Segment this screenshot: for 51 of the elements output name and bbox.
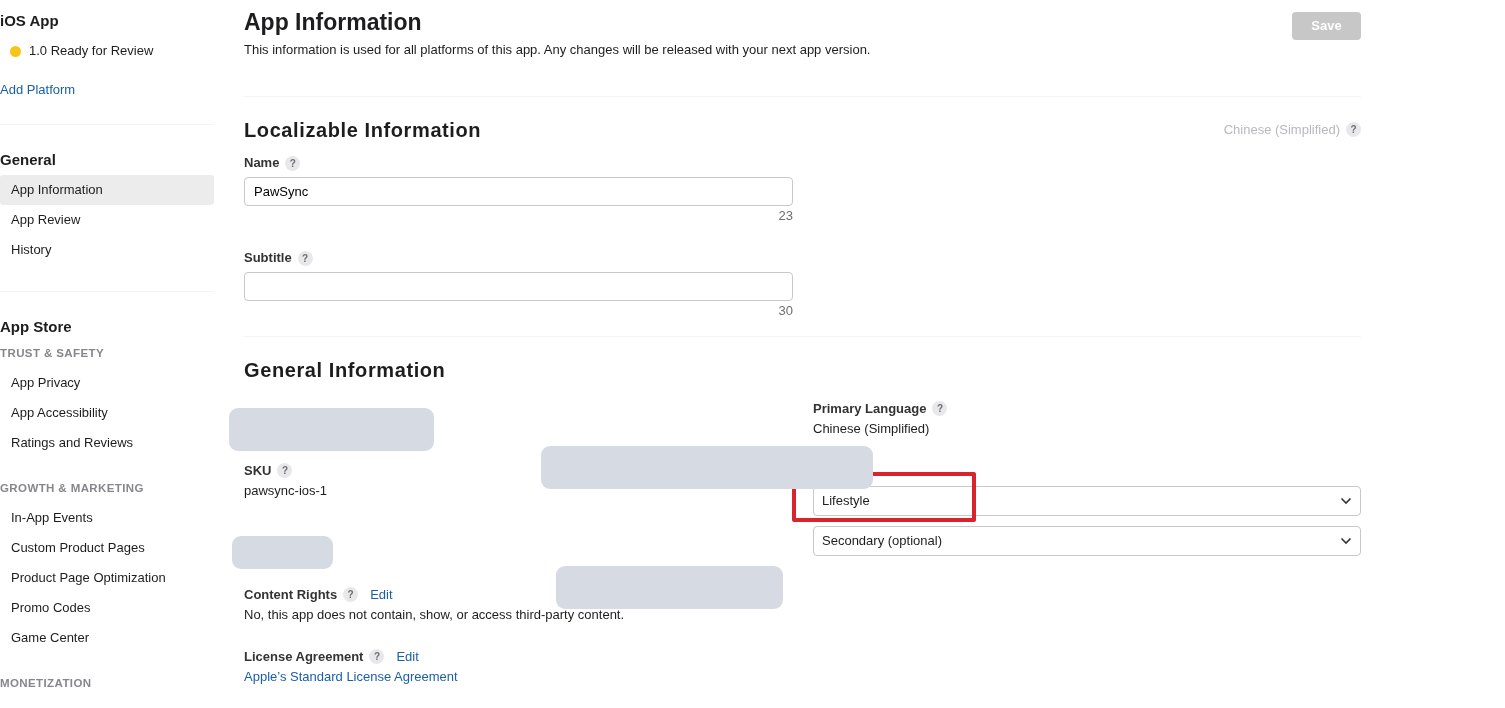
help-icon[interactable]: ? bbox=[369, 649, 385, 664]
section-title: General Information bbox=[244, 357, 447, 383]
sidebar-item[interactable]: Ratings and Reviews bbox=[0, 428, 214, 458]
field-value: Chinese (Simplified) bbox=[813, 419, 931, 438]
text-field[interactable]: PawSync bbox=[244, 176, 793, 206]
sidebar-item[interactable]: Game Center bbox=[0, 623, 214, 653]
field-label: Subtitle bbox=[244, 249, 292, 265]
sidebar-item[interactable]: History bbox=[0, 235, 214, 265]
field-label: Name bbox=[244, 154, 280, 170]
field-label: Primary Language bbox=[813, 399, 927, 418]
license-link[interactable]: Apple’s Standard License Agreement bbox=[244, 666, 458, 687]
field-value: No, this app does not contain, show, or access third-party content. bbox=[244, 605, 626, 624]
page-description: This information is used for all platforms of this app. Any changes will be released with your next app version. bbox=[244, 41, 871, 59]
sidebar-section-title: App Store bbox=[0, 317, 73, 337]
help-icon[interactable]: ? bbox=[343, 587, 359, 602]
sidebar-group-heading: GROWTH & MARKETING bbox=[0, 481, 145, 496]
edit-link[interactable]: Edit bbox=[370, 584, 393, 605]
field-label: Content Rights bbox=[244, 585, 338, 604]
help-icon[interactable]: ? bbox=[297, 250, 313, 266]
sidebar-item[interactable]: In-App Events bbox=[0, 503, 214, 533]
help-icon[interactable]: ? bbox=[1346, 122, 1361, 137]
sidebar-item[interactable]: Product Page Optimization bbox=[0, 563, 214, 593]
category-select[interactable]: Lifestyle bbox=[813, 485, 1361, 516]
version-status: 1.0 Ready for Review bbox=[29, 42, 154, 61]
language-label: Chinese (Simplified) bbox=[1223, 120, 1340, 139]
field-label: SKU bbox=[244, 461, 272, 480]
app-title: iOS App bbox=[0, 11, 60, 31]
text-field[interactable] bbox=[244, 271, 793, 301]
sidebar-item[interactable]: Custom Product Pages bbox=[0, 533, 214, 563]
page-title: App Information bbox=[244, 8, 423, 37]
add-platform-link[interactable]: Add Platform bbox=[0, 80, 76, 100]
sidebar-item[interactable]: App Privacy bbox=[0, 368, 214, 398]
category-select[interactable]: Secondary (optional) bbox=[813, 525, 1361, 556]
sidebar-group-heading: MONETIZATION bbox=[0, 676, 93, 691]
character-count: 23 bbox=[777, 206, 793, 225]
help-icon[interactable]: ? bbox=[285, 155, 301, 171]
sidebar-item[interactable]: App Information bbox=[0, 175, 214, 205]
sidebar-item[interactable]: Promo Codes bbox=[0, 593, 214, 623]
sidebar-item[interactable]: App Accessibility bbox=[0, 398, 214, 428]
help-icon[interactable]: ? bbox=[277, 463, 293, 478]
chevron-down-icon bbox=[1340, 496, 1352, 505]
sidebar-section-title: General bbox=[0, 150, 57, 170]
chevron-down-icon bbox=[1340, 536, 1352, 545]
field-value: pawsync-ios-1 bbox=[244, 481, 329, 500]
sidebar-group-heading: TRUST & SAFETY bbox=[0, 346, 105, 361]
help-icon[interactable]: ? bbox=[932, 401, 948, 416]
section-title: Localizable Information bbox=[244, 117, 482, 143]
sidebar-item[interactable]: App Review bbox=[0, 205, 214, 235]
field-label: License Agreement bbox=[244, 647, 364, 666]
edit-link[interactable]: Edit bbox=[396, 646, 419, 667]
character-count: 30 bbox=[777, 301, 793, 320]
